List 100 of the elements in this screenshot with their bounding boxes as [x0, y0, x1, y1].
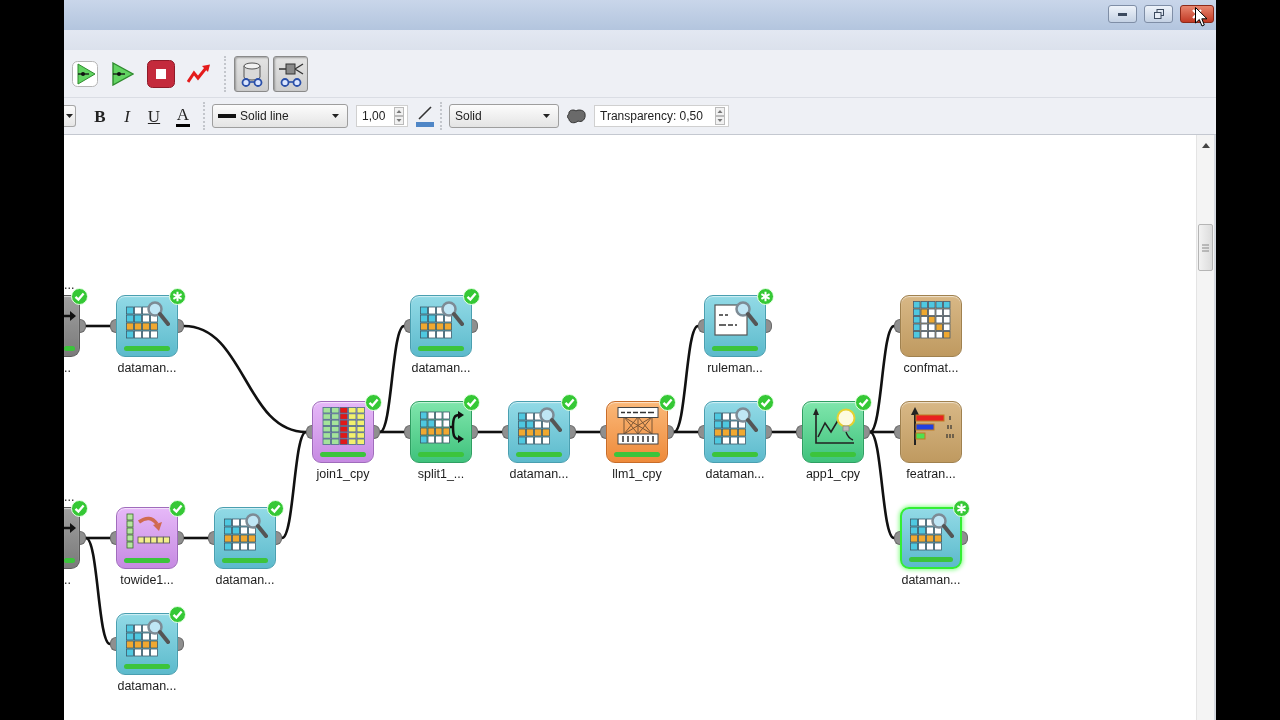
- workflow-node[interactable]: [802, 401, 864, 463]
- workflow-node[interactable]: [116, 507, 178, 569]
- output-port-icon: [766, 319, 772, 333]
- workflow-node[interactable]: [116, 295, 178, 357]
- workflow-node[interactable]: [900, 401, 962, 463]
- caret-icon: [543, 114, 550, 118]
- fill-style-dropdown[interactable]: Solid: [449, 104, 559, 128]
- workflow-node[interactable]: [900, 295, 962, 357]
- caret-icon: [66, 114, 73, 118]
- input-port-icon: [110, 531, 116, 545]
- pivot-arrow-icon: [126, 513, 170, 551]
- line-color-icon[interactable]: [415, 105, 435, 127]
- table-magnifier-icon: [126, 619, 170, 657]
- input-port-icon: [404, 425, 410, 439]
- node-label: app1_cpy: [804, 467, 862, 482]
- node-note: ...: [64, 278, 75, 292]
- scroll-up-icon[interactable]: [1201, 143, 1210, 148]
- line-width-field[interactable]: 1,00: [356, 105, 408, 127]
- workflow-node[interactable]: [410, 401, 472, 463]
- node-label: ..: [64, 573, 71, 588]
- arrow-icon: [64, 522, 76, 534]
- output-port-icon: [864, 425, 870, 439]
- node-label: dataman...: [410, 361, 472, 376]
- workflow-node[interactable]: [606, 401, 668, 463]
- table-magnifier-icon: [224, 513, 268, 551]
- cursor-icon: [1195, 7, 1208, 27]
- chart-lightbulb-icon: [812, 407, 856, 445]
- scrollbar-thumb[interactable]: [1198, 224, 1213, 271]
- bar-ranking-icon: [910, 407, 954, 445]
- input-port-icon: [110, 637, 116, 651]
- input-port-icon: [208, 531, 214, 545]
- line-style-dropdown[interactable]: Solid line: [212, 104, 348, 128]
- minimize-button[interactable]: [1108, 5, 1137, 23]
- arrow-icon: [64, 310, 76, 322]
- transparency-field[interactable]: Transparency: 0,50: [594, 105, 729, 127]
- play-icon: [72, 60, 98, 87]
- output-port-icon: [766, 425, 772, 439]
- input-port-icon: [600, 425, 606, 439]
- dropdown[interactable]: [64, 105, 76, 127]
- workflow-node[interactable]: [116, 613, 178, 675]
- spin-arrows-icon[interactable]: [394, 107, 404, 125]
- connector-line: [576, 430, 600, 434]
- table-magnifier-icon: [420, 301, 464, 339]
- color-swatch-icon: [176, 123, 190, 127]
- output-port-icon: [80, 319, 86, 333]
- output-port-icon: [178, 319, 184, 333]
- node-view-button[interactable]: [273, 55, 308, 92]
- workflow-node[interactable]: [508, 401, 570, 463]
- table-magnifier-icon: [126, 301, 170, 339]
- database-view-button[interactable]: [234, 55, 269, 92]
- input-port-icon: [894, 425, 900, 439]
- node-label: dataman...: [508, 467, 570, 482]
- spin-arrows-icon[interactable]: [715, 107, 725, 125]
- workflow-node[interactable]: [312, 401, 374, 463]
- output-port-icon: [472, 425, 478, 439]
- restore-icon: [1153, 9, 1164, 19]
- underline-button[interactable]: U: [142, 103, 166, 129]
- connector-line: [184, 536, 208, 540]
- node-label: dataman...: [116, 679, 178, 694]
- node-note: ...: [64, 490, 75, 504]
- scrollbar[interactable]: [1196, 135, 1216, 720]
- restore-button[interactable]: [1144, 5, 1173, 23]
- stop-icon: [147, 59, 175, 88]
- output-port-icon: [178, 637, 184, 651]
- node-glasses-icon: [277, 60, 304, 87]
- node-label: dataman...: [116, 361, 178, 376]
- play-icon: [112, 61, 134, 86]
- workflow-node[interactable]: [64, 295, 80, 357]
- joined-table-icon: [322, 407, 366, 445]
- font-color-button[interactable]: A: [171, 103, 195, 129]
- connector-line: [772, 430, 796, 434]
- node-label: ..: [64, 361, 71, 376]
- node-label: llm1_cpy: [611, 467, 663, 482]
- input-port-icon: [796, 425, 802, 439]
- node-label: dataman...: [704, 467, 766, 482]
- connector-line: [478, 430, 502, 434]
- workflow-node[interactable]: [410, 295, 472, 357]
- output-port-icon: [570, 425, 576, 439]
- table-magnifier-icon: [714, 407, 758, 445]
- grip-icon: [1202, 243, 1209, 252]
- fill-blob-icon[interactable]: [567, 108, 586, 124]
- italic-button[interactable]: I: [115, 103, 139, 129]
- workflow-node[interactable]: [704, 295, 766, 357]
- input-port-icon: [894, 531, 900, 545]
- node-label: featran...: [905, 467, 957, 482]
- node-label: join1_cpy: [315, 467, 371, 482]
- node-label: dataman...: [214, 573, 276, 588]
- caret-icon: [332, 114, 339, 118]
- bold-button[interactable]: B: [88, 103, 112, 129]
- input-port-icon: [698, 319, 704, 333]
- output-port-icon: [80, 531, 86, 545]
- input-port-icon: [502, 425, 508, 439]
- workflow-node[interactable]: [64, 507, 80, 569]
- output-port-icon: [276, 531, 282, 545]
- close-icon: [1192, 9, 1202, 19]
- workflow-node[interactable]: [704, 401, 766, 463]
- workflow-node[interactable]: [214, 507, 276, 569]
- node-label: confmat...: [902, 361, 960, 376]
- input-port-icon: [894, 319, 900, 333]
- output-port-icon: [962, 531, 968, 545]
